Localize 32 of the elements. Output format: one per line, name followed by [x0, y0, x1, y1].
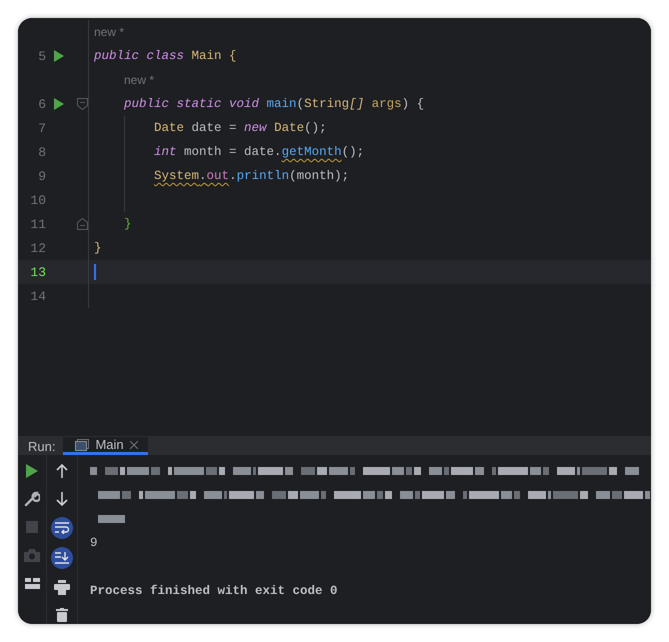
code-line: public static void main(String[] args) { [123, 97, 424, 111]
code-line: public class Main { [94, 49, 237, 63]
run-icon[interactable] [54, 98, 64, 110]
console-output: 9 [90, 536, 98, 550]
scroll-to-end-icon[interactable] [51, 547, 73, 569]
code-line: } [94, 241, 102, 255]
wrap-icon[interactable] [51, 517, 73, 539]
exit-status-text: Process finished with exit code 0 [90, 584, 338, 598]
line-number: 5 [37, 48, 46, 64]
code-line: int month = date.getMonth(); [154, 145, 364, 159]
run-tab[interactable]: Main [63, 437, 148, 455]
window-icon [75, 438, 90, 450]
run-icon[interactable] [54, 50, 64, 62]
code-line: System.out.println(month); [154, 169, 350, 183]
code-lens-label[interactable]: new * [124, 73, 154, 87]
text-cursor [94, 264, 96, 280]
line-number: 13 [29, 264, 46, 280]
line-number: 12 [29, 240, 46, 256]
line-number: 14 [29, 288, 46, 304]
printer-icon[interactable] [52, 577, 72, 597]
line-number: 6 [37, 96, 46, 112]
line-number: 7 [37, 120, 46, 136]
line-number: 9 [37, 168, 46, 184]
code-line: Date date = new Date(); [154, 121, 327, 135]
close-icon[interactable] [130, 440, 138, 448]
line-number: 10 [29, 192, 46, 208]
panel-label: Run: [28, 438, 56, 455]
code-lens-label[interactable]: new * [94, 25, 124, 39]
wrench-icon[interactable] [22, 489, 42, 509]
line-number: 8 [37, 144, 46, 160]
code-line: } [123, 217, 132, 231]
line-number: 11 [29, 216, 46, 232]
